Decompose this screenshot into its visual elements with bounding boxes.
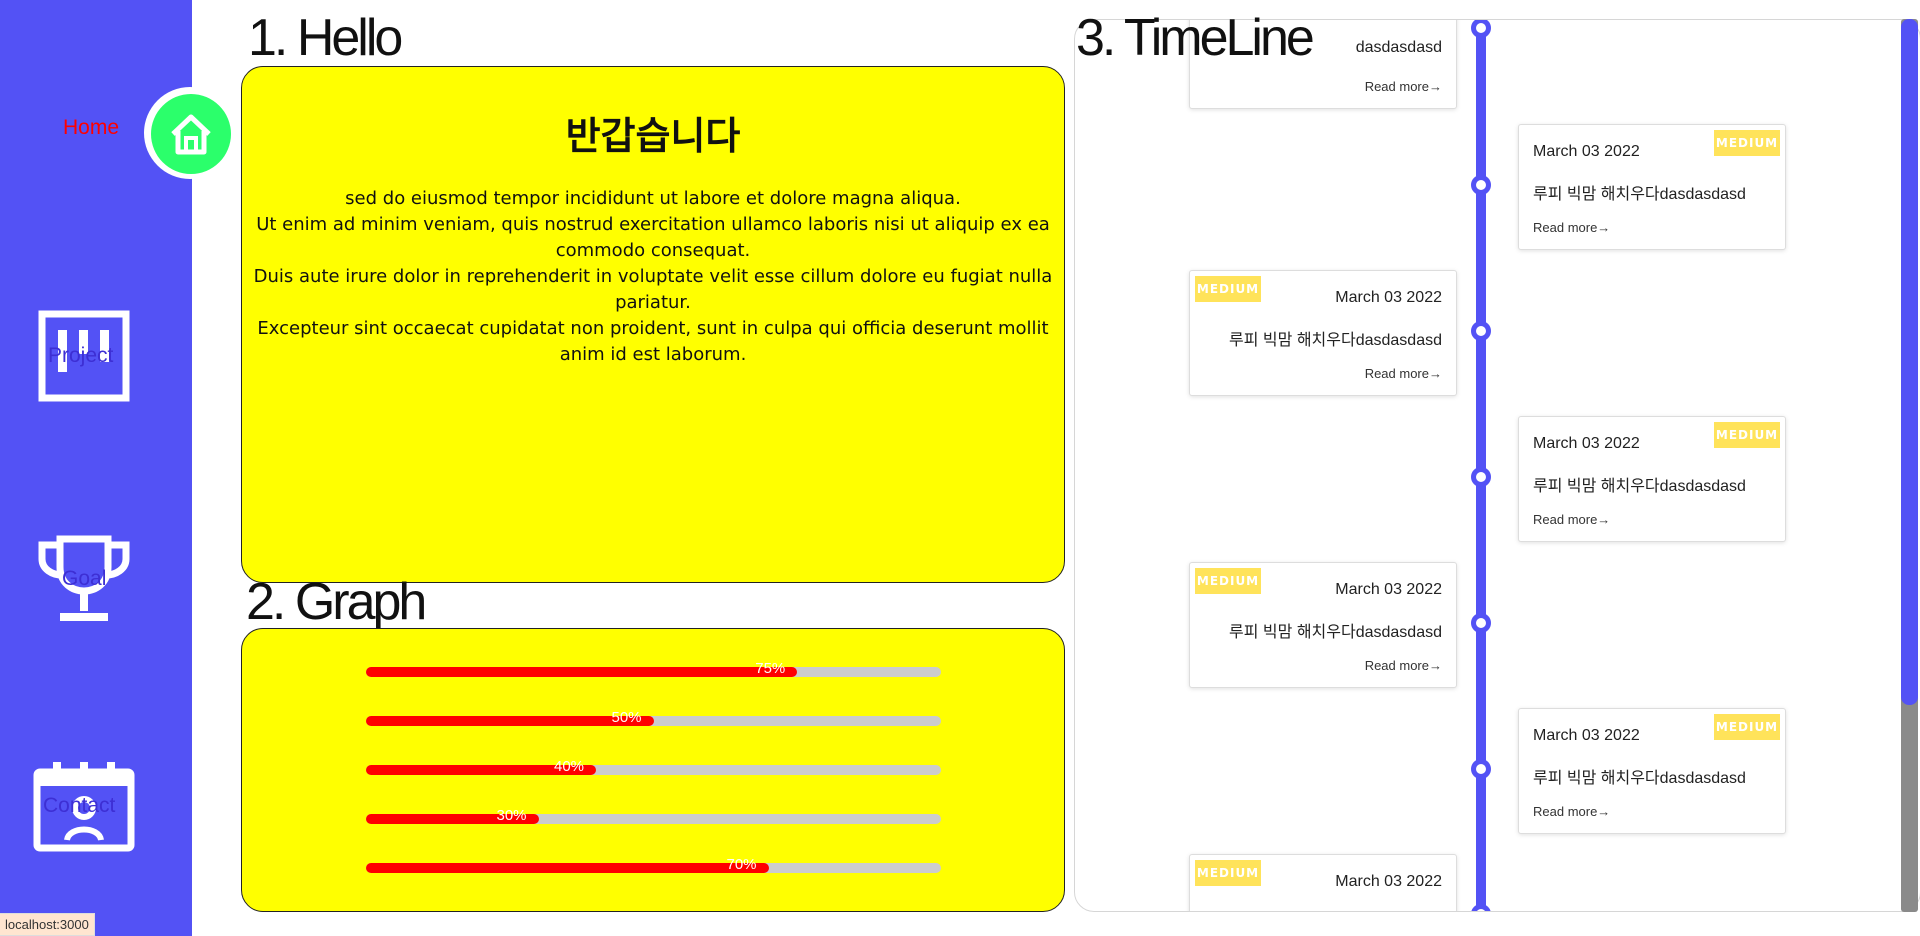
priority-badge: MEDIUM — [1195, 860, 1261, 886]
timeline-card-text: dasdasdasd — [1355, 39, 1442, 56]
read-more-link[interactable]: Read more→ — [1365, 658, 1442, 673]
timeline-dot — [1471, 467, 1491, 487]
timeline-dot — [1471, 175, 1491, 195]
sidebar-item-contact-label: Contact — [43, 794, 116, 817]
priority-badge: MEDIUM — [1195, 276, 1261, 302]
timeline-dot — [1471, 613, 1491, 633]
scrollbar-thumb[interactable] — [1901, 19, 1918, 705]
timeline-card-date: March 03 2022 — [1335, 289, 1442, 306]
read-more-link[interactable]: Read more→ — [1365, 366, 1442, 381]
progress-bar: 75% — [366, 660, 941, 677]
home-icon — [171, 114, 211, 155]
sidebar-item-contact[interactable]: Contact — [33, 762, 135, 854]
timeline-card: MEDIUM March 03 2022 루피 빅맘 해치우다dasdasdas… — [1518, 708, 1786, 834]
sidebar-item-goal[interactable]: Goal — [38, 533, 130, 625]
sidebar-item-project[interactable]: Project — [38, 310, 130, 402]
progress-bar: 50% — [366, 709, 941, 726]
sidebar-item-home-label[interactable]: Home — [63, 116, 119, 140]
progress-bar-label: 70% — [726, 856, 757, 873]
progress-bar-fill — [366, 716, 654, 726]
timeline-card-text: 루피 빅맘 해치우다dasdasdasd — [1533, 770, 1746, 787]
priority-badge: MEDIUM — [1714, 714, 1780, 740]
timeline-scrollbar[interactable] — [1900, 19, 1920, 912]
progress-bar-label: 75% — [755, 660, 786, 677]
progress-bar: 70% — [366, 856, 941, 873]
read-more-link[interactable]: Read more→ — [1365, 79, 1442, 94]
read-more-link[interactable]: Read more→ — [1533, 512, 1610, 527]
progress-bar: 40% — [366, 758, 941, 775]
timeline-card-date: March 03 2022 — [1533, 143, 1640, 160]
timeline-card-date: March 03 2022 — [1533, 727, 1640, 744]
hello-section-title: 1. Hello — [248, 9, 403, 67]
timeline-card: MEDIUM March 03 2022 — [1189, 854, 1457, 911]
hello-body-line: sed do eiusmod tempor incididunt ut labo… — [345, 188, 961, 209]
priority-badge: MEDIUM — [1714, 422, 1780, 448]
timeline-card-date: March 03 2022 — [1533, 435, 1640, 452]
progress-bar-fill — [366, 863, 769, 873]
sidebar-item-home[interactable] — [151, 94, 231, 174]
timeline-card-text: 루피 빅맘 해치우다dasdasdasd — [1533, 186, 1746, 203]
read-more-link[interactable]: Read more→ — [1533, 804, 1610, 819]
hello-body-line: Duis aute irure dolor in reprehenderit i… — [253, 266, 1053, 313]
timeline-card-date: March 03 2022 — [1335, 581, 1442, 598]
hello-body-line: Ut enim ad minim veniam, quis nostrud ex… — [256, 214, 1050, 261]
progress-bar-label: 50% — [611, 709, 642, 726]
timeline-card-text: 루피 빅맘 해치우다dasdasdasd — [1229, 332, 1442, 349]
timeline-dot — [1471, 759, 1491, 779]
hello-body: sed do eiusmod tempor incididunt ut labo… — [242, 186, 1064, 368]
timeline-dot — [1471, 904, 1491, 911]
timeline-dot — [1471, 20, 1491, 38]
graph-section-title: 2. Graph — [246, 573, 427, 631]
timeline-card: MEDIUM March 03 2022 루피 빅맘 해치우다dasdasdas… — [1189, 562, 1457, 688]
priority-badge: MEDIUM — [1195, 568, 1261, 594]
timeline-card: MEDIUM March 03 2022 루피 빅맘 해치우다dasdasdas… — [1518, 416, 1786, 542]
priority-badge: MEDIUM — [1714, 130, 1780, 156]
timeline-dot — [1471, 321, 1491, 341]
progress-bar-label: 30% — [496, 807, 527, 824]
timeline-section-title: 3. TimeLine — [1076, 9, 1315, 67]
graph-card: 75% 50% 40% 30% 70% — [241, 628, 1065, 912]
hello-body-line: Excepteur sint occaecat cupidatat non pr… — [257, 318, 1049, 365]
timeline-card-text: 루피 빅맘 해치우다dasdasdasd — [1229, 624, 1442, 641]
timeline-panel[interactable]: dasdasdasd Read more→ MEDIUM March 03 20… — [1074, 19, 1920, 912]
sidebar-item-goal-label: Goal — [62, 567, 107, 590]
hello-heading: 반갑습니다 — [565, 114, 741, 158]
status-bar-url: localhost:3000 — [0, 913, 95, 936]
progress-bar-fill — [366, 667, 798, 677]
hello-card: 반갑습니다 sed do eiusmod tempor incididunt u… — [241, 66, 1065, 583]
timeline-card-text: 루피 빅맘 해치우다dasdasdasd — [1533, 478, 1746, 495]
timeline-card-date: March 03 2022 — [1335, 873, 1442, 890]
read-more-link[interactable]: Read more→ — [1533, 220, 1610, 235]
timeline-card: MEDIUM March 03 2022 루피 빅맘 해치우다dasdasdas… — [1518, 124, 1786, 250]
timeline-card: MEDIUM March 03 2022 루피 빅맘 해치우다dasdasdas… — [1189, 270, 1457, 396]
sidebar-item-project-label: Project — [48, 344, 114, 367]
progress-bar-label: 40% — [554, 758, 585, 775]
progress-bar: 30% — [366, 807, 941, 824]
